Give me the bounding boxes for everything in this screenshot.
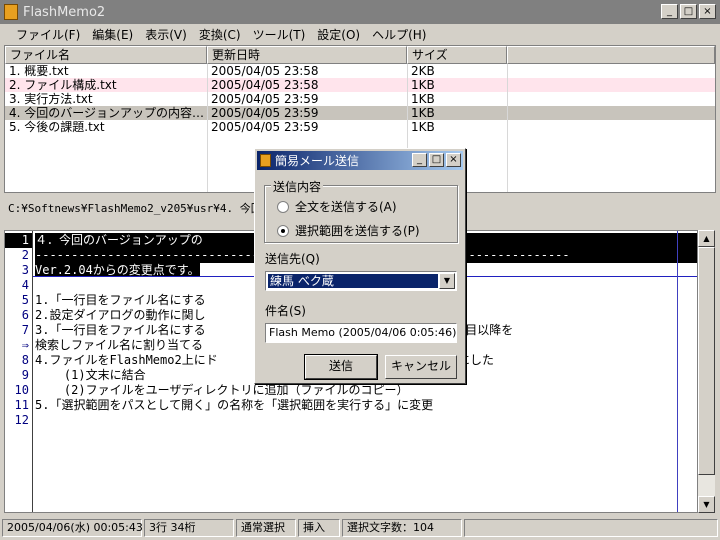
status-position: 3行 34桁 [144,519,234,537]
send-content-group: 送信内容 全文を送信する(A) 選択範囲を送信する(P) [264,178,458,243]
menu-file[interactable]: ファイル(F) [10,26,86,43]
line-number: 6 [21,308,29,322]
column-header-date[interactable]: 更新日時 [207,46,407,64]
file-name: 1. 概要.txt [9,64,69,78]
file-date: 2005/04/05 23:59 [211,92,319,106]
app-icon [4,4,18,20]
column-header-empty [507,46,715,64]
title-bar: FlashMemo2 _ □ × [0,0,720,24]
subject-label: 件名(S) [265,304,306,318]
file-size: 1KB [411,92,435,106]
group-label: 送信内容 [271,178,324,195]
dialog-maximize-button[interactable]: □ [429,153,444,167]
window-title: FlashMemo2 [23,4,106,20]
radio-send-all[interactable]: 全文を送信する(A) [277,198,397,215]
file-date: 2005/04/05 23:59 [211,106,319,120]
scroll-down-icon[interactable]: ▼ [698,496,715,513]
line-number: 3 [21,263,29,277]
line-number: 9 [21,368,29,382]
close-button[interactable]: × [699,4,716,19]
status-datetime: 2005/04/06(水) 00:05:43 [2,519,143,537]
menu-convert[interactable]: 変換(C) [193,26,247,43]
radio-send-selection[interactable]: 選択範囲を送信する(P) [277,222,420,239]
line-number: 10 [14,383,29,397]
file-row[interactable]: 3. 実行方法.txt 2005/04/05 23:59 1KB [5,92,715,106]
radio-button-checked[interactable] [277,224,289,237]
wrap-column-rule [677,231,678,512]
line-number-gutter: 1 2 3 4 5 6 7 ⇒ 8 9 10 11 12 [5,231,33,512]
file-name: 4. 今回のバージョンアップの内容… [9,106,205,120]
file-name: 5. 今後の課題.txt [9,120,105,134]
recipient-value: 練馬 べク蔵 [267,273,439,289]
file-size: 1KB [411,78,435,92]
scroll-up-icon[interactable]: ▲ [698,230,715,247]
recipient-select[interactable]: 練馬 べク蔵 ▼ [265,271,457,291]
file-row[interactable]: 1. 概要.txt 2005/04/05 23:58 2KB [5,64,715,78]
line-number: 4 [21,278,29,292]
menu-edit[interactable]: 編集(E) [86,26,139,43]
file-size: 1KB [411,120,435,134]
radio-label: 選択範囲を送信する(P) [295,224,420,238]
send-button[interactable]: 送信 [304,354,378,380]
wrap-arrow-icon: ⇒ [21,338,29,352]
maximize-button[interactable]: □ [680,4,697,19]
radio-button[interactable] [277,200,289,213]
menu-view[interactable]: 表示(V) [139,26,193,43]
status-empty [464,519,718,537]
file-date: 2005/04/05 23:58 [211,64,319,78]
dialog-app-icon [260,154,271,167]
line-number: 1 [5,233,32,248]
menu-help[interactable]: ヘルプ(H) [366,26,432,43]
menu-tools[interactable]: ツール(T) [247,26,312,43]
cancel-button[interactable]: キャンセル [385,355,457,379]
editor-line: (2)ファイルをユーザディレクトリに追加（ファイルのコピー） [35,383,409,397]
file-date: 2005/04/05 23:58 [211,78,319,92]
menu-settings[interactable]: 設定(O) [311,26,366,43]
dialog-title: 簡易メール送信 [275,154,360,168]
minimize-button[interactable]: _ [661,4,678,19]
file-row[interactable]: 5. 今後の課題.txt 2005/04/05 23:59 1KB [5,120,715,134]
file-row-selected[interactable]: 4. 今回のバージョンアップの内容… 2005/04/05 23:59 1KB [5,106,715,120]
menu-bar: ファイル(F) 編集(E) 表示(V) 変換(C) ツール(T) 設定(O) ヘ… [0,24,720,44]
file-date: 2005/04/05 23:59 [211,120,319,134]
status-selected-chars: 選択文字数：104 [342,519,462,537]
mail-dialog: 簡易メール送信 _ □ × 送信内容 全文を送信する(A) 選択範囲を送信する(… [254,148,466,384]
file-row[interactable]: 2. ファイル構成.txt 2005/04/05 23:58 1KB [5,78,715,92]
dialog-title-bar: 簡易メール送信 _ □ × [257,151,463,170]
line-number: 12 [14,413,29,427]
file-name: 2. ファイル構成.txt [9,78,117,92]
column-header-name[interactable]: ファイル名 [5,46,207,64]
line-number: 7 [21,323,29,337]
recipient-label: 送信先(Q) [265,252,320,266]
file-name: 3. 実行方法.txt [9,92,93,106]
status-bar: 2005/04/06(水) 00:05:43 3行 34桁 通常選択 挿入 選択… [0,517,720,539]
line-number: 2 [21,248,29,262]
chevron-down-icon[interactable]: ▼ [439,273,455,289]
line-number: 8 [21,353,29,367]
line-number: 11 [14,398,29,412]
scroll-thumb[interactable] [698,247,715,475]
dialog-close-button[interactable]: × [446,153,461,167]
editor-scrollbar[interactable]: ▲ ▼ [698,230,715,513]
selected-text: Ver.2.04からの変更点です。 [35,263,200,277]
radio-label: 全文を送信する(A) [295,200,397,214]
status-select-mode: 通常選択 [236,519,296,537]
subject-input[interactable]: Flash Memo (2005/04/06 0:05:46) [265,323,457,343]
editor-line: 5.「選択範囲をパスとして開く」の名称を「選択範囲を実行する」に変更 [35,398,434,412]
status-insert-mode: 挿入 [298,519,340,537]
file-size: 1KB [411,106,435,120]
dialog-minimize-button[interactable]: _ [412,153,427,167]
line-number: 5 [21,293,29,307]
file-size: 2KB [411,64,435,78]
column-header-size[interactable]: サイズ [407,46,507,64]
file-list-header: ファイル名 更新日時 サイズ [5,46,715,64]
